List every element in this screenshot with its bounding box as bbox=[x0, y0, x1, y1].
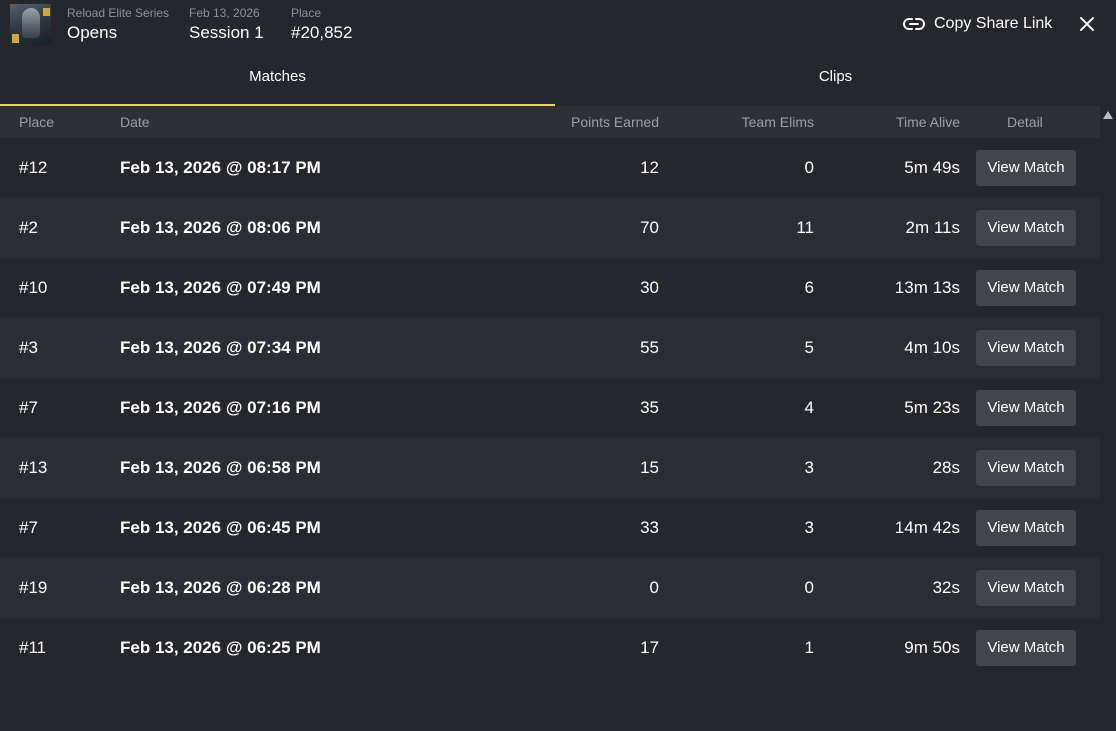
place-info: Place #20,852 bbox=[291, 6, 352, 44]
cell-place: #7 bbox=[19, 518, 38, 537]
cell-points: 15 bbox=[640, 458, 659, 477]
session-date: Feb 13, 2026 bbox=[189, 6, 260, 20]
table-row: #10 Feb 13, 2026 @ 07:49 PM 30 6 13m 13s… bbox=[0, 258, 1100, 318]
cell-time-alive: 2m 11s bbox=[905, 218, 961, 237]
cell-place: #11 bbox=[19, 638, 47, 657]
cell-date: Feb 13, 2026 @ 08:17 PM bbox=[120, 158, 321, 177]
event-series-label: Reload Elite Series bbox=[67, 6, 170, 20]
column-header-points[interactable]: Points Earned bbox=[571, 106, 659, 138]
cell-time-alive: 5m 23s bbox=[904, 398, 960, 417]
table-row: #7 Feb 13, 2026 @ 07:16 PM 35 4 5m 23s V… bbox=[0, 378, 1100, 438]
session-header: Reload Elite Series Opens Feb 13, 2026 S… bbox=[0, 0, 1116, 50]
table-row: #3 Feb 13, 2026 @ 07:34 PM 55 5 4m 10s V… bbox=[0, 318, 1100, 378]
view-match-button[interactable]: View Match bbox=[976, 390, 1076, 426]
scroll-up-arrow-icon[interactable] bbox=[1103, 111, 1113, 119]
avatar-accent bbox=[12, 34, 19, 43]
cell-elims: 5 bbox=[804, 338, 814, 357]
cell-time-alive: 32s bbox=[932, 578, 960, 597]
view-match-button[interactable]: View Match bbox=[976, 210, 1076, 246]
cell-place: #7 bbox=[19, 398, 38, 417]
view-match-button[interactable]: View Match bbox=[976, 330, 1076, 366]
cell-elims: 6 bbox=[804, 278, 814, 297]
tab-bar: Matches Clips bbox=[0, 52, 1116, 106]
cell-points: 35 bbox=[640, 398, 659, 417]
cell-points: 17 bbox=[640, 638, 659, 657]
matches-table: Place Date Points Earned Team Elims Time… bbox=[0, 106, 1100, 678]
cell-elims: 1 bbox=[804, 638, 814, 657]
column-header-elims[interactable]: Team Elims bbox=[742, 106, 814, 138]
table-row: #7 Feb 13, 2026 @ 06:45 PM 33 3 14m 42s … bbox=[0, 498, 1100, 558]
column-header-place[interactable]: Place bbox=[19, 106, 54, 138]
event-info: Reload Elite Series Opens bbox=[67, 6, 169, 44]
session-name: Session 1 bbox=[189, 23, 264, 42]
event-name: Opens bbox=[67, 23, 118, 42]
close-button[interactable] bbox=[1076, 13, 1098, 35]
view-match-button[interactable]: View Match bbox=[976, 270, 1076, 306]
avatar-figure bbox=[22, 8, 40, 38]
table-row: #11 Feb 13, 2026 @ 06:25 PM 17 1 9m 50s … bbox=[0, 618, 1100, 678]
cell-time-alive: 28s bbox=[932, 458, 960, 477]
table-row: #19 Feb 13, 2026 @ 06:28 PM 0 0 32s View… bbox=[0, 558, 1100, 618]
cell-time-alive: 13m 13s bbox=[894, 278, 960, 297]
copy-share-link-button[interactable]: Copy Share Link bbox=[902, 13, 1052, 35]
cell-points: 30 bbox=[640, 278, 659, 297]
cell-place: #10 bbox=[19, 278, 48, 297]
cell-time-alive: 4m 10s bbox=[904, 338, 960, 357]
cell-points: 0 bbox=[649, 578, 659, 597]
place-value: #20,852 bbox=[291, 23, 353, 42]
cell-elims: 4 bbox=[804, 398, 814, 417]
cell-time-alive: 9m 50s bbox=[904, 638, 960, 657]
cell-place: #13 bbox=[19, 458, 48, 477]
avatar-accent bbox=[43, 8, 50, 16]
table-header: Place Date Points Earned Team Elims Time… bbox=[0, 106, 1100, 138]
cell-place: #12 bbox=[19, 158, 48, 177]
cell-time-alive: 5m 49s bbox=[904, 158, 960, 177]
cell-time-alive: 14m 42s bbox=[894, 518, 960, 537]
place-label: Place bbox=[291, 6, 322, 20]
cell-date: Feb 13, 2026 @ 06:25 PM bbox=[120, 638, 321, 657]
table-row: #13 Feb 13, 2026 @ 06:58 PM 15 3 28s Vie… bbox=[0, 438, 1100, 498]
view-match-button[interactable]: View Match bbox=[976, 150, 1076, 186]
cell-date: Feb 13, 2026 @ 07:34 PM bbox=[120, 338, 321, 357]
match-history-panel: Reload Elite Series Opens Feb 13, 2026 S… bbox=[0, 0, 1116, 731]
cell-date: Feb 13, 2026 @ 06:58 PM bbox=[120, 458, 321, 477]
table-row: #12 Feb 13, 2026 @ 08:17 PM 12 0 5m 49s … bbox=[0, 138, 1100, 198]
view-match-button[interactable]: View Match bbox=[976, 630, 1076, 666]
column-header-detail: Detail bbox=[1007, 114, 1043, 130]
cell-place: #3 bbox=[19, 338, 38, 357]
close-icon bbox=[1080, 17, 1094, 31]
session-info: Feb 13, 2026 Session 1 bbox=[189, 6, 264, 44]
view-match-button[interactable]: View Match bbox=[976, 450, 1076, 486]
tab-clips[interactable]: Clips bbox=[555, 52, 1116, 104]
cell-points: 12 bbox=[640, 158, 659, 177]
cell-place: #2 bbox=[19, 218, 38, 237]
column-header-time-alive[interactable]: Time Alive bbox=[896, 106, 960, 138]
cell-place: #19 bbox=[19, 578, 48, 597]
cell-elims: 3 bbox=[804, 518, 814, 537]
cell-date: Feb 13, 2026 @ 08:06 PM bbox=[120, 218, 321, 237]
player-avatar bbox=[10, 4, 51, 45]
view-match-button[interactable]: View Match bbox=[976, 570, 1076, 606]
cell-elims: 0 bbox=[804, 578, 814, 597]
cell-date: Feb 13, 2026 @ 07:49 PM bbox=[120, 278, 321, 297]
copy-share-link-label: Copy Share Link bbox=[934, 15, 1053, 32]
cell-points: 33 bbox=[640, 518, 659, 537]
cell-date: Feb 13, 2026 @ 06:45 PM bbox=[120, 518, 321, 537]
cell-elims: 3 bbox=[804, 458, 814, 477]
vertical-scrollbar[interactable] bbox=[1100, 106, 1116, 731]
cell-date: Feb 13, 2026 @ 07:16 PM bbox=[120, 398, 321, 417]
cell-points: 70 bbox=[640, 218, 659, 237]
cell-elims: 0 bbox=[804, 158, 814, 177]
link-icon bbox=[903, 18, 925, 30]
table-row: #2 Feb 13, 2026 @ 08:06 PM 70 11 2m 11s … bbox=[0, 198, 1100, 258]
cell-date: Feb 13, 2026 @ 06:28 PM bbox=[120, 578, 321, 597]
cell-elims: 11 bbox=[796, 218, 814, 237]
view-match-button[interactable]: View Match bbox=[976, 510, 1076, 546]
tab-matches[interactable]: Matches bbox=[0, 52, 555, 106]
column-header-date[interactable]: Date bbox=[120, 106, 150, 138]
cell-points: 55 bbox=[640, 338, 659, 357]
